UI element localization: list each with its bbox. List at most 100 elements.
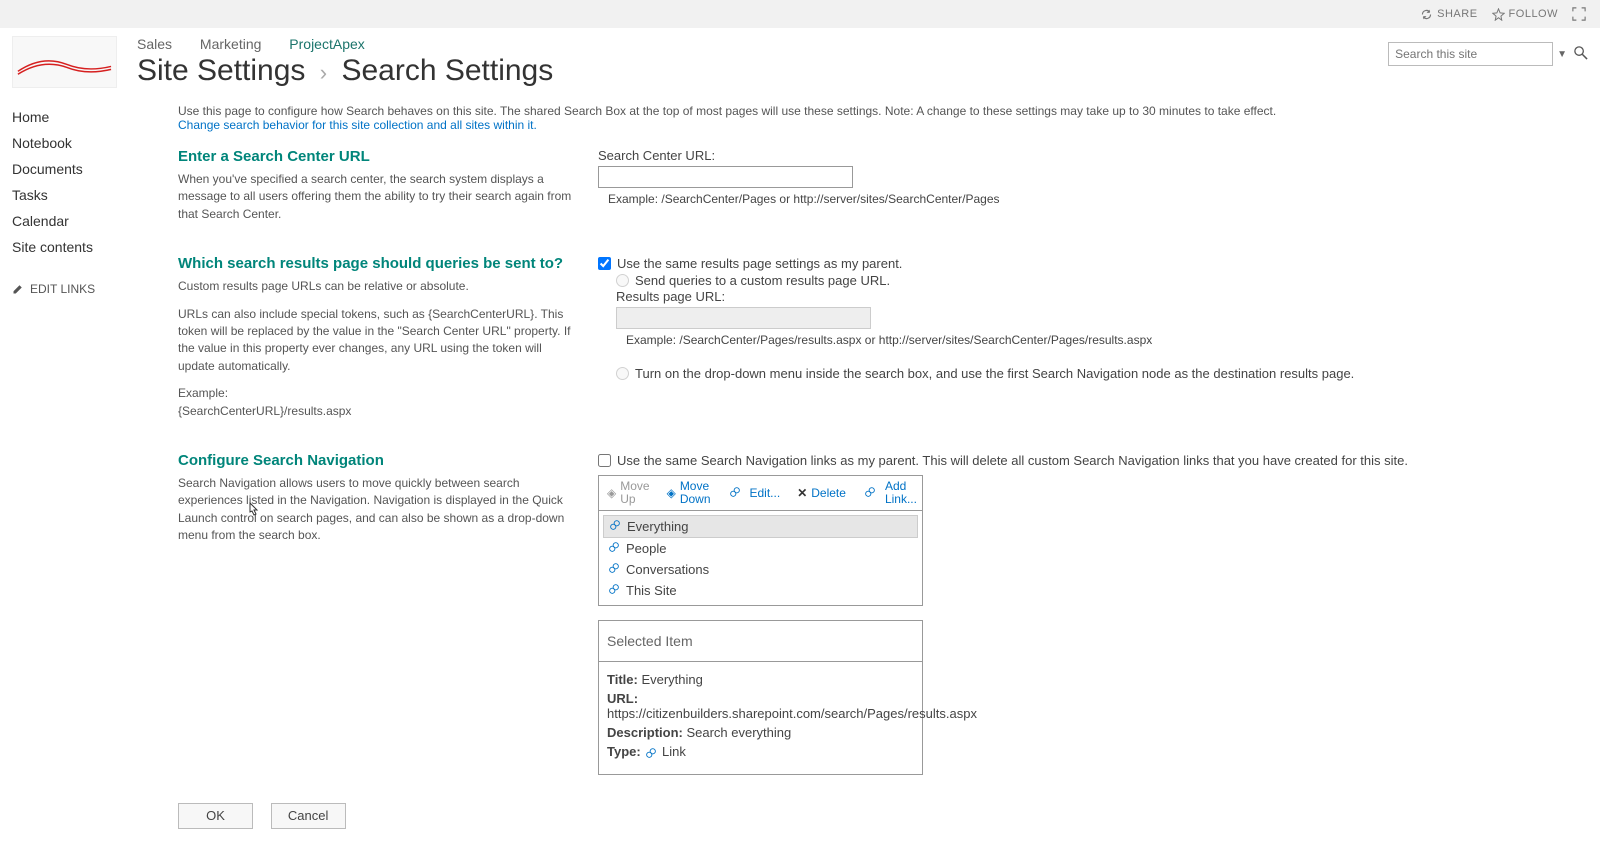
edit-links-button[interactable]: EDIT LINKS bbox=[12, 282, 162, 296]
search-icon[interactable] bbox=[1573, 45, 1588, 63]
nav-item-label: Conversations bbox=[626, 562, 709, 577]
suite-ribbon: SHARE FOLLOW bbox=[0, 0, 1600, 28]
topnav-item-marketing[interactable]: Marketing bbox=[200, 36, 261, 52]
topnav-item-sales[interactable]: Sales bbox=[137, 36, 172, 52]
nav-item-everything[interactable]: Everything bbox=[603, 515, 918, 538]
nav-site-contents[interactable]: Site contents bbox=[12, 234, 162, 260]
share-label: SHARE bbox=[1437, 8, 1477, 20]
nav-item-people[interactable]: People bbox=[603, 538, 918, 559]
delete-button[interactable]: ✕ Delete bbox=[789, 476, 855, 510]
results-url-hint: Example: /SearchCenter/Pages/results.asp… bbox=[616, 333, 1552, 347]
sel-type-v: Link bbox=[662, 744, 686, 759]
dropdown-label: Turn on the drop-down menu inside the se… bbox=[635, 366, 1354, 381]
sel-type-k: Type: bbox=[607, 744, 641, 759]
search-scope-dropdown[interactable]: ▼ bbox=[1557, 49, 1567, 60]
sel-title-k: Title: bbox=[607, 672, 638, 687]
dropdown-radio[interactable] bbox=[616, 367, 629, 380]
sync-icon[interactable]: SHARE bbox=[1420, 8, 1477, 21]
header: Sales Marketing ProjectApex Site Setting… bbox=[0, 28, 1600, 88]
add-link-button[interactable]: AddLink... bbox=[855, 476, 926, 510]
form-buttons: OK Cancel bbox=[178, 803, 1552, 829]
use-parent-checkbox[interactable] bbox=[598, 257, 611, 270]
results-url-label: Results page URL: bbox=[616, 289, 1552, 304]
nav-item-label: Everything bbox=[627, 519, 688, 534]
edit-icon bbox=[728, 485, 746, 502]
nav-same-as-parent-checkbox[interactable] bbox=[598, 454, 611, 467]
sec2-desc3: Example: {SearchCenterURL}/results.aspx bbox=[178, 385, 578, 420]
nav-item-conversations[interactable]: Conversations bbox=[603, 559, 918, 580]
sec2-ex-value: {SearchCenterURL}/results.aspx bbox=[178, 404, 351, 418]
sec2-ex-label: Example: bbox=[178, 386, 228, 400]
delete-icon: ✕ bbox=[797, 486, 807, 500]
sec2-title: Which search results page should queries… bbox=[178, 255, 578, 272]
link-icon bbox=[607, 582, 621, 599]
search-input[interactable] bbox=[1388, 42, 1553, 66]
results-url-input bbox=[616, 307, 871, 329]
focus-icon[interactable] bbox=[1572, 7, 1590, 21]
nav-home[interactable]: Home bbox=[12, 104, 162, 130]
sel-url-k: URL: bbox=[607, 691, 638, 706]
intro-body: Use this page to configure how Search be… bbox=[178, 104, 1276, 118]
site-search: ▼ bbox=[1388, 42, 1588, 66]
sel-desc-k: Description: bbox=[607, 725, 683, 740]
breadcrumb-sep: › bbox=[320, 60, 327, 85]
move-down-button[interactable]: ◈ MoveDown bbox=[659, 476, 720, 510]
ok-button[interactable]: OK bbox=[178, 803, 253, 829]
change-behavior-link[interactable]: Change search behavior for this site col… bbox=[178, 118, 537, 132]
selected-item-header: Selected Item bbox=[599, 621, 922, 662]
sel-desc-v: Search everything bbox=[686, 725, 791, 740]
link-icon bbox=[607, 561, 621, 578]
section-search-nav: Configure Search Navigation Search Navig… bbox=[178, 452, 1552, 775]
nav-calendar[interactable]: Calendar bbox=[12, 208, 162, 234]
move-down-l2: Down bbox=[680, 493, 711, 506]
quick-launch: Home Notebook Documents Tasks Calendar S… bbox=[12, 104, 172, 829]
sec1-title: Enter a Search Center URL bbox=[178, 148, 578, 165]
breadcrumb-part1[interactable]: Site Settings bbox=[137, 54, 305, 87]
link-icon bbox=[608, 518, 622, 535]
section-search-center: Enter a Search Center URL When you've sp… bbox=[178, 148, 1552, 233]
sec1-label: Search Center URL: bbox=[598, 148, 1552, 163]
nav-item-label: People bbox=[626, 541, 666, 556]
edit-button[interactable]: Edit... bbox=[720, 476, 790, 510]
use-parent-label: Use the same results page settings as my… bbox=[617, 256, 902, 271]
sec1-desc: When you've specified a search center, t… bbox=[178, 171, 578, 223]
custom-url-label: Send queries to a custom results page UR… bbox=[635, 273, 890, 288]
sec3-desc: Search Navigation allows users to move q… bbox=[178, 475, 578, 545]
edit-links-label: EDIT LINKS bbox=[30, 282, 95, 296]
link-icon bbox=[607, 540, 621, 557]
topnav-item-projectapex[interactable]: ProjectApex bbox=[289, 36, 364, 52]
main-content: Use this page to configure how Search be… bbox=[172, 104, 1552, 829]
selected-item-panel: Selected Item Title: Everything URL:http… bbox=[598, 620, 923, 775]
sec2-desc2: URLs can also include special tokens, su… bbox=[178, 306, 578, 376]
add-link-icon bbox=[863, 485, 881, 502]
nav-documents[interactable]: Documents bbox=[12, 156, 162, 182]
sel-url-v: https://citizenbuilders.sharepoint.com/s… bbox=[607, 706, 977, 721]
delete-label: Delete bbox=[811, 487, 846, 500]
arrow-up-icon: ◈ bbox=[607, 486, 616, 500]
nav-notebook[interactable]: Notebook bbox=[12, 130, 162, 156]
site-logo[interactable] bbox=[12, 36, 117, 88]
nav-tasks[interactable]: Tasks bbox=[12, 182, 162, 208]
move-up-button: ◈ Move Up bbox=[599, 476, 659, 510]
breadcrumb-part2: Search Settings bbox=[341, 54, 553, 87]
sel-title-v: Everything bbox=[641, 672, 702, 687]
section-results-page: Which search results page should queries… bbox=[178, 255, 1552, 430]
nav-item-list: Everything People Conversations This Sit… bbox=[598, 511, 923, 606]
custom-url-radio[interactable] bbox=[616, 274, 629, 287]
top-nav: Sales Marketing ProjectApex bbox=[137, 36, 1588, 52]
move-up-label: Move Up bbox=[620, 480, 649, 506]
arrow-down-icon: ◈ bbox=[667, 486, 676, 500]
edit-label: Edit... bbox=[750, 487, 781, 500]
nav-toolbar: ◈ Move Up ◈ MoveDown Edit... ✕ Delete bbox=[598, 475, 923, 511]
follow-button[interactable]: FOLLOW bbox=[1492, 8, 1558, 21]
add-l2: Link... bbox=[885, 493, 917, 506]
follow-label: FOLLOW bbox=[1509, 8, 1558, 20]
nav-same-as-parent-label: Use the same Search Navigation links as … bbox=[617, 453, 1408, 468]
sec3-title: Configure Search Navigation bbox=[178, 452, 578, 469]
sec2-desc1: Custom results page URLs can be relative… bbox=[178, 278, 578, 295]
nav-item-label: This Site bbox=[626, 583, 677, 598]
nav-item-this-site[interactable]: This Site bbox=[603, 580, 918, 601]
cancel-button[interactable]: Cancel bbox=[271, 803, 346, 829]
intro-text: Use this page to configure how Search be… bbox=[178, 104, 1552, 132]
search-center-url-input[interactable] bbox=[598, 166, 853, 188]
